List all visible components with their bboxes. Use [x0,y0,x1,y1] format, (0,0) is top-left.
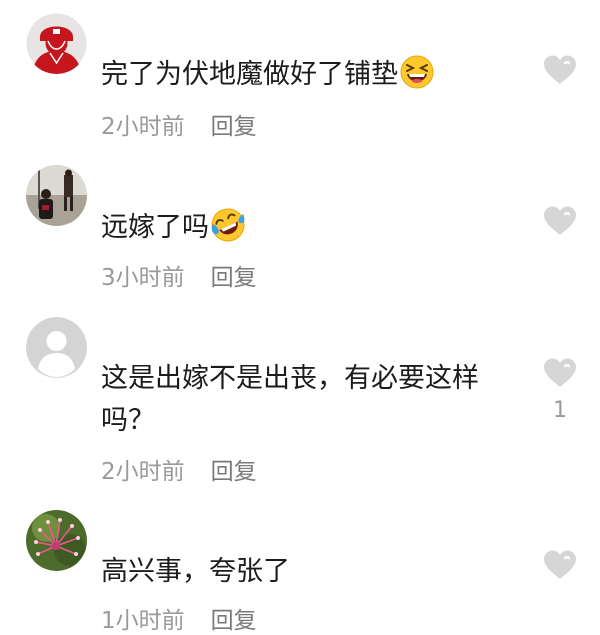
avatar[interactable] [26,510,87,571]
heart-icon [544,206,576,235]
heart-icon [544,55,576,84]
like-button[interactable] [543,55,577,85]
comment-text: 这是出嫁不是出丧，有必要这样吗？ [101,363,479,436]
like-count: 1 [553,398,567,423]
pink-flower-icon [26,510,87,571]
default-user-icon [26,317,87,378]
comment-time: 2小时前 [101,459,185,485]
comment-meta: 2小时前 回复 [101,107,257,141]
like-button[interactable] [543,550,577,580]
comment-time: 1小时前 [101,608,185,634]
like-button[interactable] [543,206,577,236]
heart-icon [544,550,576,579]
avatar[interactable] [26,317,87,378]
comment-time: 3小时前 [101,265,185,291]
comment-meta: 2小时前 回复 [101,452,257,486]
comment-time: 2小时前 [101,114,185,140]
reply-button[interactable]: 回复 [211,114,257,140]
comment-text: 完了为伏地魔做好了铺垫 [101,54,521,96]
laughing-squint-emoji-icon [400,55,434,89]
reply-button[interactable]: 回复 [211,608,257,634]
street-photo-icon [26,165,87,226]
comment-text: 高兴事，夸张了 [101,556,290,587]
heart-icon [544,358,576,387]
avatar[interactable] [26,13,87,74]
like-button[interactable] [543,358,577,388]
avatar[interactable] [26,165,87,226]
comment-text: 远嫁了吗 [101,207,521,249]
comment-meta: 1小时前 回复 [101,601,257,635]
comment-meta: 3小时前 回复 [101,258,257,292]
reply-button[interactable]: 回复 [211,459,257,485]
rolling-laugh-tears-emoji-icon [211,208,245,242]
red-portrait-icon [26,13,87,74]
reply-button[interactable]: 回复 [211,265,257,291]
